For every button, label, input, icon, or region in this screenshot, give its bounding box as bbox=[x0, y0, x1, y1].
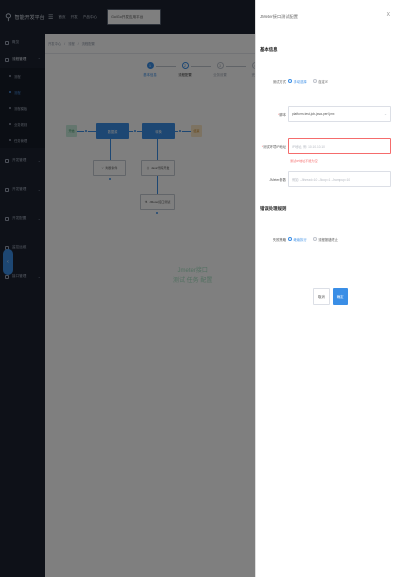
policy-radio-continue[interactable]: 继续执行 bbox=[288, 237, 307, 242]
cancel-button[interactable]: 取消 bbox=[313, 288, 330, 305]
policy-label-text: 失败策略 bbox=[272, 237, 286, 242]
config-drawer: JMeter接口测试配置 X 基本信息 测试方式 手动选择 自定义 *脚本 pl… bbox=[255, 0, 397, 577]
mode-row: 测试方式 手动选择 自定义 bbox=[256, 76, 397, 86]
radio-icon bbox=[312, 79, 317, 83]
script-select[interactable]: platform-test-job-java-perf-jmx ⌄ bbox=[288, 106, 391, 122]
close-icon[interactable]: X bbox=[387, 12, 390, 18]
radio-icon bbox=[288, 79, 292, 83]
section-basic-title: 基本信息 bbox=[260, 47, 278, 52]
drawer-header: JMeter接口测试配置 X bbox=[256, 0, 397, 34]
mode-radio-custom[interactable]: 自定义 bbox=[312, 79, 329, 84]
chevron-down-icon: ⌄ bbox=[383, 112, 387, 116]
mode-radio-manual[interactable]: 手动选择 bbox=[288, 79, 307, 84]
drawer-footer: 取消 确定 bbox=[313, 288, 348, 305]
script-label: *脚本 bbox=[256, 112, 288, 117]
policy-row: 失败策略 继续执行 流程报错终止 bbox=[256, 234, 397, 244]
modal-overlay[interactable] bbox=[0, 0, 255, 577]
script-label-text: 脚本 bbox=[279, 112, 286, 117]
mode-label-text: 测试方式 bbox=[272, 79, 286, 84]
jmeter-label: JMeter参数 bbox=[256, 177, 288, 182]
host-row: *测试环境IP地址 IP地址, 例: 10.10.10.10 bbox=[256, 138, 397, 154]
section-error-title: 错误处理规则 bbox=[260, 206, 287, 211]
policy-label: 失败策略 bbox=[256, 237, 288, 242]
host-label: *测试环境IP地址 bbox=[256, 144, 288, 149]
policy-radio-abort[interactable]: 流程报错终止 bbox=[312, 237, 338, 242]
radio-icon bbox=[288, 237, 292, 241]
jmeter-placeholder: 例如: -Jthread=10 -Jloop=1 -Jrampup=10 bbox=[292, 177, 351, 182]
host-label-text: 测试环境IP地址 bbox=[263, 144, 286, 149]
script-row: *脚本 platform-test-job-java-perf-jmx ⌄ bbox=[256, 106, 397, 122]
radio-icon bbox=[312, 237, 317, 241]
host-error-message: 测试IP地址不能为空 bbox=[290, 159, 318, 163]
radio-label: 流程报错终止 bbox=[318, 237, 338, 242]
drawer-title: JMeter接口测试配置 bbox=[260, 14, 298, 19]
radio-label: 手动选择 bbox=[293, 79, 307, 84]
radio-label: 继续执行 bbox=[293, 237, 307, 242]
radio-label: 自定义 bbox=[318, 79, 329, 84]
host-placeholder: IP地址, 例: 10.10.10.10 bbox=[292, 144, 325, 149]
script-value: platform-test-job-java-perf-jmx bbox=[292, 112, 335, 116]
confirm-button[interactable]: 确定 bbox=[332, 288, 348, 305]
jmeter-row: JMeter参数 例如: -Jthread=10 -Jloop=1 -Jramp… bbox=[256, 171, 397, 187]
mode-label: 测试方式 bbox=[256, 79, 288, 84]
jmeter-label-text: JMeter参数 bbox=[269, 177, 286, 182]
jmeter-params-input[interactable]: 例如: -Jthread=10 -Jloop=1 -Jrampup=10 bbox=[288, 171, 391, 187]
host-input[interactable]: IP地址, 例: 10.10.10.10 bbox=[288, 138, 391, 154]
